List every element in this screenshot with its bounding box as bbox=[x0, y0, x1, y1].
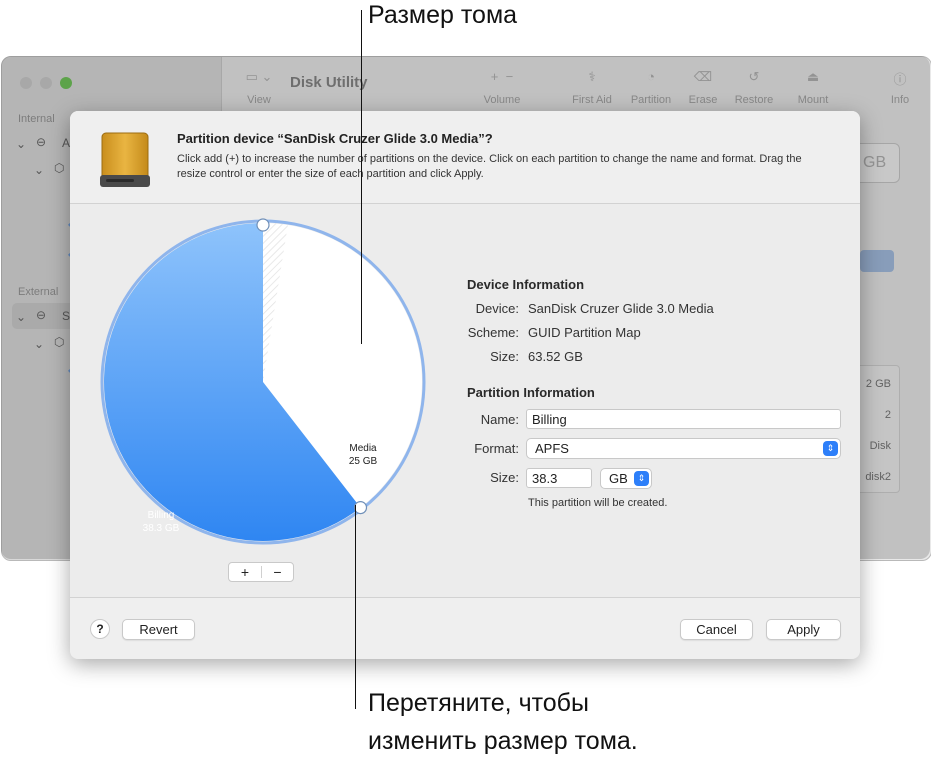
help-button[interactable]: ? bbox=[90, 619, 110, 639]
name-label: Name: bbox=[480, 412, 519, 427]
scheme-value: GUID Partition Map bbox=[528, 325, 641, 340]
callout-volume-size: Размер тома bbox=[368, 1, 518, 29]
add-remove-control: + − bbox=[228, 562, 294, 582]
chevron-up-down-icon: ⇕ bbox=[823, 441, 838, 456]
partition-sheet: Partition device “SanDisk Cruzer Glide 3… bbox=[70, 111, 860, 659]
pie-label-billing: Billing 38.3 GB bbox=[128, 509, 194, 535]
device-info-header: Device Information bbox=[467, 277, 585, 292]
device-size-value: 63.52 GB bbox=[528, 349, 583, 364]
resize-handle-top[interactable] bbox=[256, 218, 270, 232]
device-size-label: Size: bbox=[490, 349, 519, 364]
sheet-description: Click add (+) to increase the number of … bbox=[177, 153, 802, 180]
partition-size-label: Size: bbox=[490, 470, 519, 485]
pie-label-media: Media 25 GB bbox=[333, 442, 393, 468]
scheme-label: Scheme: bbox=[467, 325, 519, 340]
format-select[interactable]: APFS ⇕ bbox=[526, 438, 841, 459]
partition-pie-chart[interactable]: Media 25 GB Billing 38.3 GB bbox=[98, 217, 428, 547]
partition-info-header: Partition Information bbox=[467, 385, 595, 400]
callout-line-bottom bbox=[355, 505, 356, 709]
device-label: Device: bbox=[475, 301, 519, 316]
pie-label-billing-size: 38.3 GB bbox=[142, 523, 180, 534]
remove-partition-button[interactable]: − bbox=[262, 563, 293, 581]
revert-button[interactable]: Revert bbox=[122, 619, 195, 640]
callout-drag-line1: Перетяните, чтобы bbox=[368, 689, 589, 717]
external-drive-icon bbox=[98, 131, 154, 191]
pie-label-billing-name: Billing bbox=[147, 510, 175, 521]
partition-note: This partition will be created. bbox=[528, 497, 668, 509]
callout-drag-line2: изменить размер тома. bbox=[368, 727, 638, 755]
partition-size-field[interactable]: 38.3 bbox=[526, 468, 592, 488]
chevron-up-down-icon: ⇕ bbox=[634, 471, 649, 486]
device-value: SanDisk Cruzer Glide 3.0 Media bbox=[528, 301, 714, 316]
size-unit-select[interactable]: GB ⇕ bbox=[600, 468, 652, 489]
apply-button[interactable]: Apply bbox=[766, 619, 841, 640]
cancel-button[interactable]: Cancel bbox=[680, 619, 753, 640]
callout-line-top bbox=[361, 10, 362, 344]
pie-label-media-size: 25 GB bbox=[348, 456, 378, 467]
partition-name-field[interactable]: Billing bbox=[526, 409, 841, 429]
size-unit-value: GB bbox=[609, 471, 628, 486]
resize-handle-bottom[interactable] bbox=[353, 501, 368, 515]
format-label: Format: bbox=[474, 441, 519, 456]
pie-label-media-name: Media bbox=[349, 443, 377, 454]
sheet-title: Partition device “SanDisk Cruzer Glide 3… bbox=[177, 131, 493, 146]
sheet-footer: ? Revert Cancel Apply bbox=[70, 597, 860, 659]
sheet-header: Partition device “SanDisk Cruzer Glide 3… bbox=[70, 111, 860, 204]
add-partition-button[interactable]: + bbox=[229, 563, 261, 581]
format-select-value: APFS bbox=[535, 441, 569, 456]
